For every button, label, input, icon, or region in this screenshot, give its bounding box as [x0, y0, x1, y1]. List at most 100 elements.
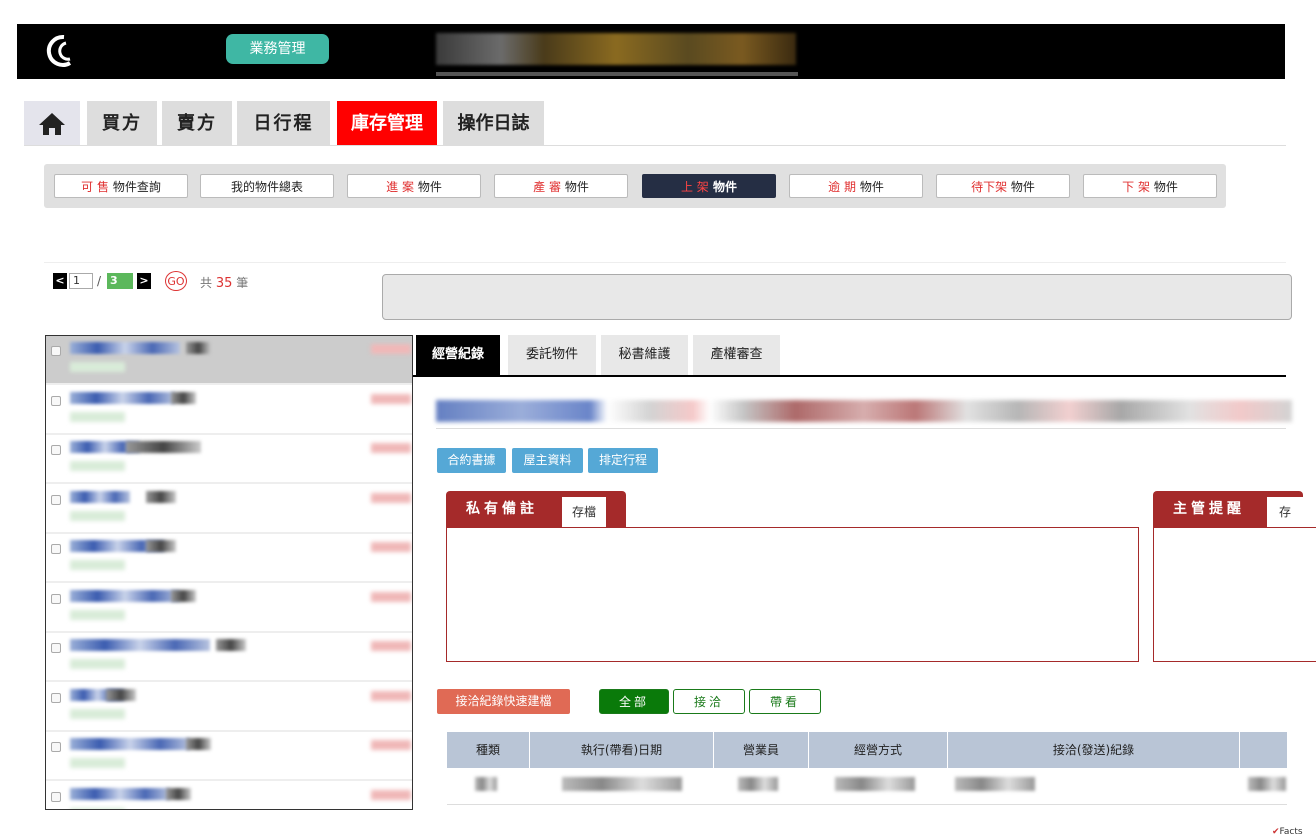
private-note-save-button[interactable]: 存檔	[562, 497, 606, 527]
subnav-highlight: 上 架	[680, 180, 709, 194]
tab-inventory[interactable]: 庫存管理	[337, 101, 437, 146]
next-page-button[interactable]: >	[137, 273, 151, 289]
list-item-sub-blurred	[70, 411, 125, 422]
list-item[interactable]	[46, 683, 412, 732]
list-item-checkbox[interactable]	[51, 742, 61, 752]
records-table-header: 種類 執行(帶看)日期 營業員 經營方式 接洽(發送)紀錄	[447, 732, 1287, 768]
logo-icon[interactable]	[40, 31, 80, 71]
list-item-checkbox[interactable]	[51, 544, 61, 554]
corner-label: ✔Facts	[1272, 827, 1316, 837]
detail-tab-underline	[413, 375, 1286, 377]
private-note-textarea[interactable]	[446, 527, 1139, 662]
go-button[interactable]: GO	[165, 271, 187, 291]
list-item[interactable]	[46, 534, 412, 583]
home-icon	[39, 113, 65, 135]
list-item-checkbox[interactable]	[51, 494, 61, 505]
subnav-label: 物件	[708, 180, 737, 194]
manager-note-save-button[interactable]: 存	[1267, 497, 1303, 527]
cell-extra-blurred	[1248, 777, 1286, 791]
subnav-highlight: 逾 期	[828, 180, 856, 194]
list-item-sub-blurred	[70, 807, 125, 809]
current-page-input[interactable]: 1	[69, 273, 93, 289]
user-info-underline	[436, 72, 798, 76]
subnav-delisted-property[interactable]: 下 架 物件	[1083, 174, 1217, 198]
list-item[interactable]	[46, 386, 412, 435]
subnav-sellable-query[interactable]: 可 售 物件查詢	[54, 174, 188, 198]
tab-title-review[interactable]: 產權審查	[693, 335, 780, 375]
list-item-title-blurred	[70, 589, 180, 602]
subnav-overdue-property[interactable]: 逾 期 物件	[789, 174, 923, 198]
list-item-checkbox[interactable]	[51, 643, 61, 653]
list-item-price-blurred	[371, 443, 411, 453]
list-item-title-blurred	[70, 391, 175, 404]
subnav-pending-delist-property[interactable]: 待下架 物件	[936, 174, 1070, 198]
tab-secretary-maintenance[interactable]: 秘書維護	[601, 335, 688, 375]
list-item-price-blurred	[371, 344, 411, 354]
subnav-highlight: 待下架	[971, 180, 1008, 194]
list-item-title-blurred	[70, 342, 180, 354]
list-item-price-blurred	[371, 393, 411, 404]
list-item[interactable]	[46, 435, 412, 484]
subnav-label: 物件	[856, 180, 884, 194]
list-item-price-blurred	[371, 492, 411, 503]
list-item-price-blurred	[371, 591, 411, 602]
filter-viewing-button[interactable]: 帶看	[749, 689, 821, 714]
tab-entrusted-property[interactable]: 委託物件	[508, 335, 596, 375]
manager-note-label: 主管提醒	[1173, 501, 1245, 517]
tab-operation-log[interactable]: 操作日誌	[443, 101, 544, 146]
private-note-header: 私有備註 存檔	[446, 491, 626, 527]
list-item-sub-blurred	[70, 708, 125, 719]
col-date: 執行(帶看)日期	[530, 732, 714, 768]
tab-home[interactable]	[24, 101, 80, 146]
tab-daily-schedule[interactable]: 日行程	[237, 101, 330, 146]
list-item-tag-blurred	[216, 639, 246, 651]
list-item[interactable]	[46, 782, 412, 809]
quick-contact-record-button[interactable]: 接洽紀錄快速建檔	[437, 689, 570, 714]
manager-note-header: 主管提醒 存	[1153, 491, 1303, 527]
filter-contact-button[interactable]: 接洽	[673, 689, 745, 714]
list-item-sub-blurred	[70, 362, 125, 372]
list-item-checkbox[interactable]	[51, 692, 61, 703]
list-item[interactable]	[46, 336, 412, 385]
list-item-tag-blurred	[171, 589, 196, 602]
list-item-sub-blurred	[70, 560, 125, 570]
list-item-tag-blurred	[171, 391, 196, 404]
subnav-intake-property[interactable]: 進 案 物件	[347, 174, 481, 198]
filter-all-button[interactable]: 全部	[599, 689, 669, 714]
contract-documents-button[interactable]: 合約書據	[437, 448, 506, 473]
tab-buyer[interactable]: 買方	[87, 101, 157, 146]
list-item-sub-blurred	[70, 609, 125, 620]
record-count: 共 35 筆	[200, 274, 248, 291]
col-agent: 營業員	[714, 732, 809, 768]
subnav-highlight: 下 架	[1122, 180, 1150, 194]
list-item-price-blurred	[371, 789, 411, 800]
tab-seller[interactable]: 賣方	[162, 101, 232, 146]
list-item[interactable]	[46, 633, 412, 682]
schedule-button[interactable]: 排定行程	[588, 448, 658, 473]
subnav-listed-property[interactable]: 上 架 物件	[642, 174, 776, 198]
list-item-sub-blurred	[70, 659, 125, 669]
list-item-checkbox[interactable]	[51, 346, 61, 356]
list-item-checkbox[interactable]	[51, 395, 61, 406]
owner-info-button[interactable]: 屋主資料	[512, 448, 583, 473]
list-item[interactable]	[46, 732, 412, 781]
list-item-title-blurred	[70, 787, 170, 800]
list-item-sub-blurred	[70, 758, 125, 768]
tab-management-records[interactable]: 經營紀錄	[416, 335, 500, 375]
list-item-price-blurred	[371, 690, 411, 701]
prev-page-button[interactable]: <	[53, 273, 67, 289]
business-management-button[interactable]: 業務管理	[226, 34, 329, 64]
list-item[interactable]	[46, 485, 412, 534]
subnav-title-review-property[interactable]: 產 審 物件	[494, 174, 628, 198]
list-item-tag-blurred	[146, 490, 176, 503]
subnav-my-property-list[interactable]: 我的物件總表	[200, 174, 334, 198]
search-filter-box[interactable]	[382, 274, 1292, 320]
list-item-checkbox[interactable]	[51, 593, 61, 604]
corner-text: Facts	[1279, 827, 1303, 837]
cell-type-blurred	[475, 777, 497, 791]
manager-note-textarea[interactable]	[1153, 527, 1316, 662]
list-item[interactable]	[46, 584, 412, 633]
list-item-checkbox[interactable]	[51, 445, 61, 455]
list-item-checkbox[interactable]	[51, 791, 61, 802]
list-item-sub-blurred	[70, 461, 125, 471]
